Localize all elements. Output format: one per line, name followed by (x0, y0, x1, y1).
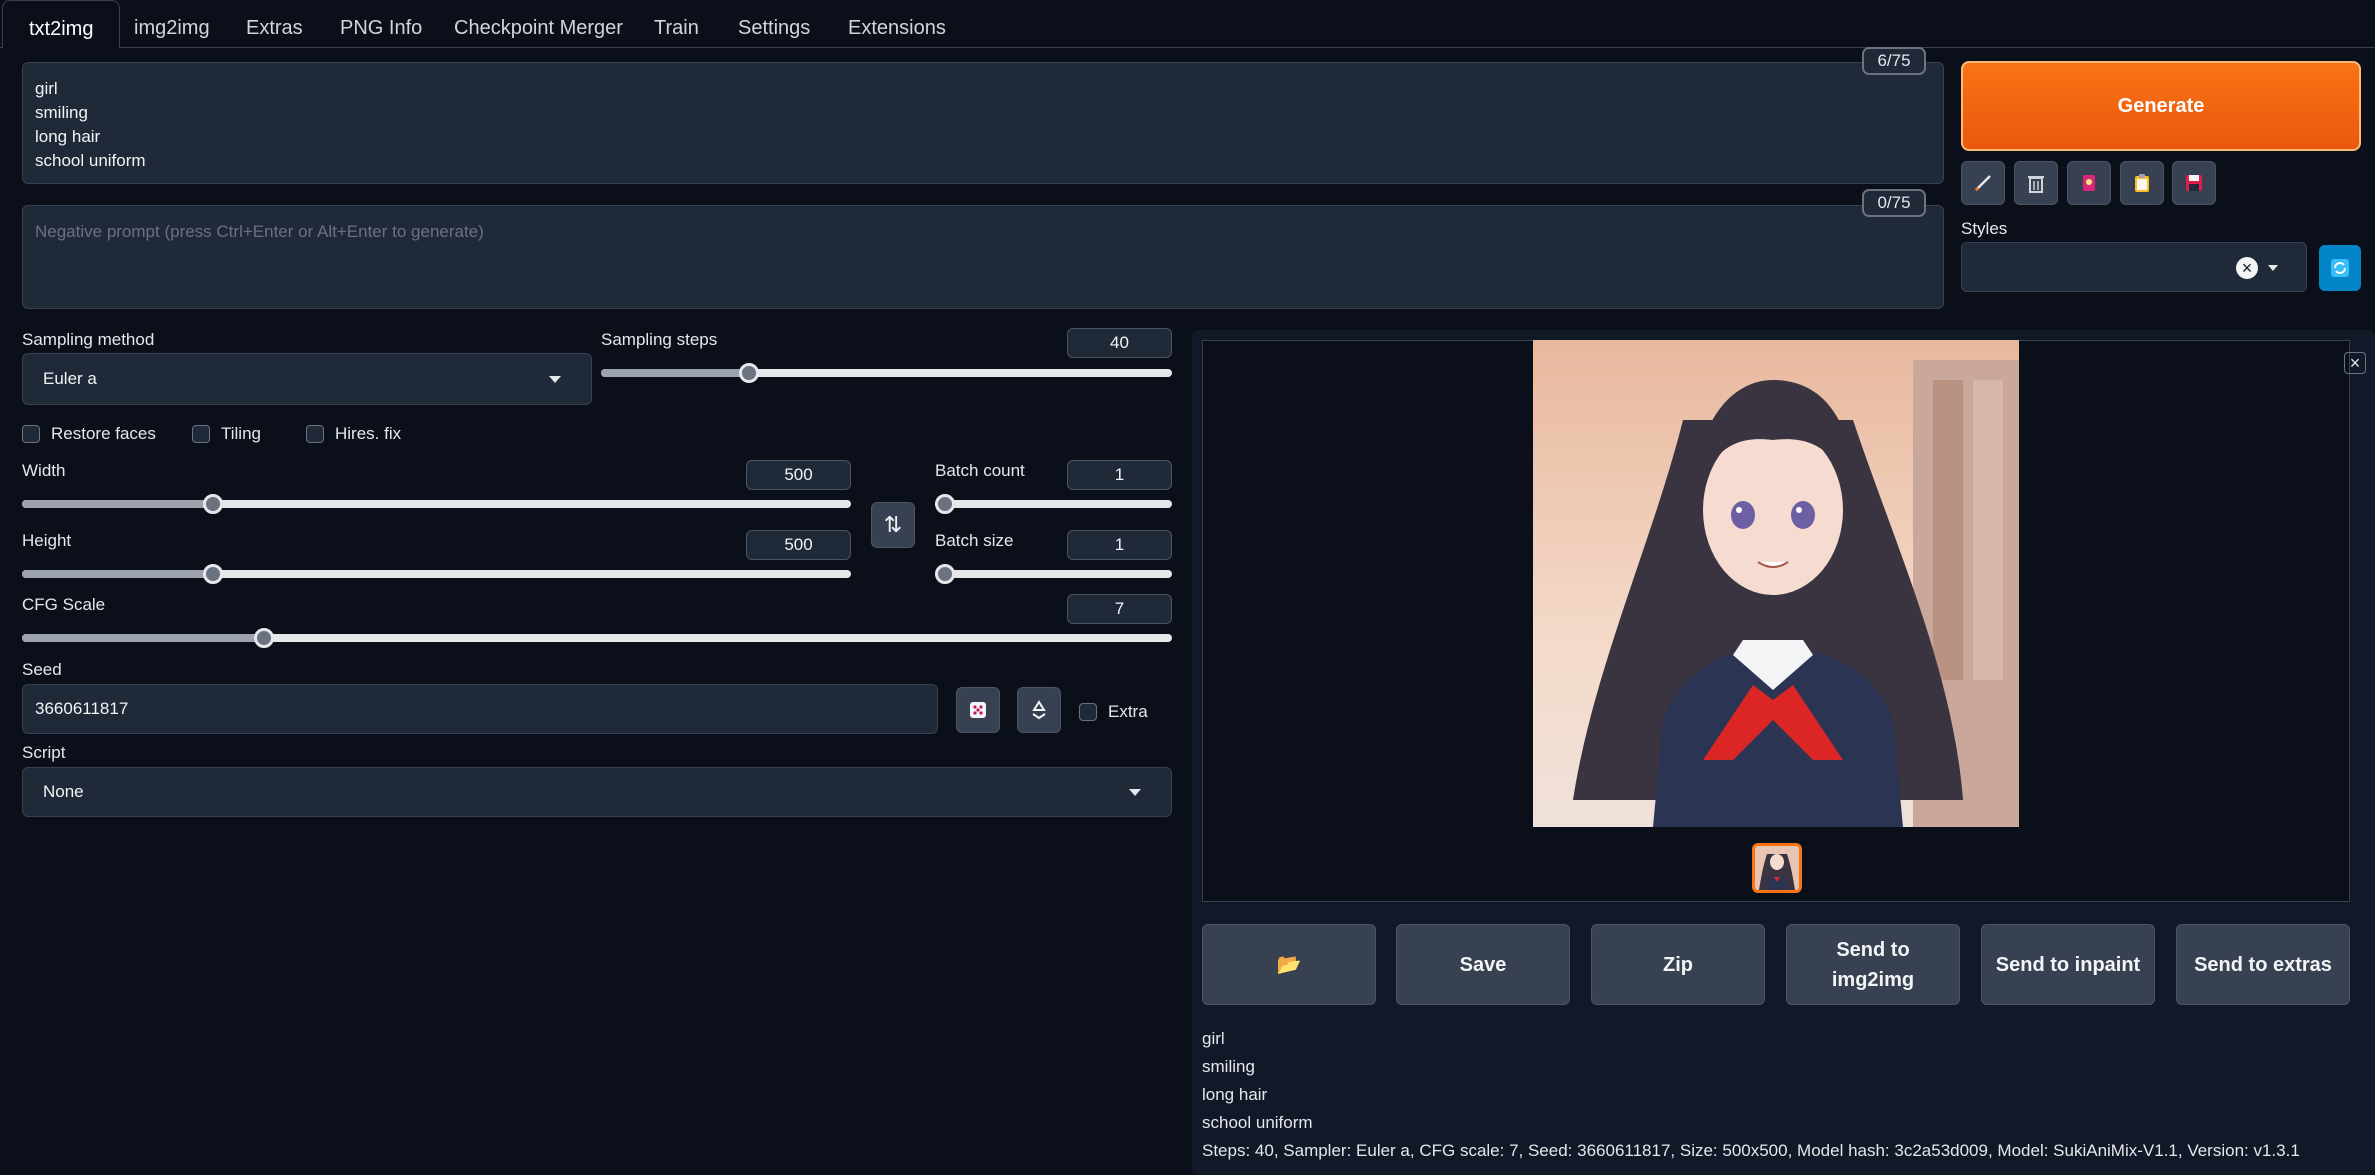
generation-info: girl smiling long hair school uniform St… (1202, 1025, 2362, 1165)
restore-faces-label: Restore faces (51, 424, 156, 443)
chevron-down-icon (549, 376, 561, 383)
send-to-extras-button[interactable]: Send to extras (2176, 924, 2350, 1005)
tiling-checkbox[interactable] (192, 425, 210, 443)
sampling-steps-label: Sampling steps (601, 330, 718, 349)
random-seed-button[interactable] (956, 687, 1000, 733)
refresh-icon (2331, 259, 2349, 277)
tab-txt2img[interactable]: txt2img (2, 0, 121, 49)
seed-input[interactable]: 3660611817 (22, 684, 938, 734)
info-prompt-line: long hair (1202, 1085, 1268, 1104)
width-label: Width (22, 461, 66, 480)
tab-train[interactable]: Train (628, 0, 725, 48)
close-icon[interactable]: × (2344, 352, 2366, 374)
slider-thumb[interactable] (935, 564, 955, 584)
tab-bar: txt2img img2img Extras PNG Info Checkpoi… (0, 0, 2375, 49)
tab-img2img[interactable]: img2img (108, 0, 236, 48)
slider-fill (22, 634, 264, 642)
extra-seed-checkbox[interactable] (1079, 703, 1097, 721)
open-folder-button[interactable]: 📂 (1202, 924, 1376, 1005)
info-prompt-line: smiling (1202, 1057, 1255, 1076)
extra-seed-label: Extra (1108, 702, 1148, 721)
negative-prompt-textarea[interactable]: Negative prompt (press Ctrl+Enter or Alt… (22, 205, 1944, 309)
slider-fill (22, 500, 213, 508)
batch-size-slider[interactable] (935, 564, 1172, 584)
sampling-method-label: Sampling method (22, 330, 155, 349)
tab-settings[interactable]: Settings (712, 0, 836, 48)
send-to-inpaint-button[interactable]: Send to inpaint (1981, 924, 2155, 1005)
cfg-scale-slider[interactable] (22, 628, 1172, 648)
chevron-down-icon (1129, 789, 1141, 796)
info-parameters: Steps: 40, Sampler: Euler a, CFG scale: … (1202, 1141, 2300, 1160)
sampling-method-select[interactable]: Euler a (22, 353, 592, 405)
width-slider[interactable] (22, 494, 851, 514)
slider-thumb[interactable] (254, 628, 274, 648)
save-button[interactable]: Save (1396, 924, 1570, 1005)
seed-value: 3660611817 (35, 699, 129, 718)
cfg-scale-label: CFG Scale (22, 595, 106, 614)
batch-count-label: Batch count (935, 461, 1025, 480)
styles-dropdown[interactable]: × (1961, 242, 2307, 292)
hires-fix-label: Hires. fix (335, 424, 402, 443)
styles-label: Styles (1961, 219, 2008, 238)
width-input[interactable]: 500 (746, 460, 851, 490)
tab-checkpoint-merger[interactable]: Checkpoint Merger (428, 0, 649, 48)
cfg-scale-input[interactable]: 7 (1067, 594, 1172, 624)
floppy-disk-icon[interactable] (2172, 161, 2216, 205)
chevron-down-icon (2268, 265, 2278, 271)
batch-size-input[interactable]: 1 (1067, 530, 1172, 560)
send-to-img2img-button[interactable]: Send to img2img (1786, 924, 1960, 1005)
dice-icon (970, 702, 986, 718)
zip-button[interactable]: Zip (1591, 924, 1765, 1005)
hires-fix-checkbox[interactable] (306, 425, 324, 443)
reuse-seed-button[interactable] (1017, 687, 1061, 733)
swap-dimensions-button[interactable]: ⇅ (871, 502, 915, 548)
clear-icon[interactable]: × (2236, 257, 2258, 279)
slider-fill (601, 369, 749, 377)
script-label: Script (22, 743, 66, 762)
batch-size-label: Batch size (935, 531, 1014, 550)
clipboard-icon[interactable] (2120, 161, 2164, 205)
tiling-label: Tiling (221, 424, 261, 443)
height-slider[interactable] (22, 564, 851, 584)
recycle-icon (1032, 700, 1046, 720)
height-input[interactable]: 500 (746, 530, 851, 560)
height-label: Height (22, 531, 72, 550)
slider-thumb[interactable] (935, 494, 955, 514)
prompt-textarea[interactable]: girl smiling long hair school uniform (22, 62, 1944, 184)
slider-thumb[interactable] (203, 564, 223, 584)
slider-thumb[interactable] (203, 494, 223, 514)
red-card-icon[interactable] (2067, 161, 2111, 205)
pencil-icon[interactable] (1961, 161, 2005, 205)
sampling-steps-slider[interactable] (601, 363, 1172, 383)
tab-extras[interactable]: Extras (220, 0, 329, 48)
generated-image[interactable] (1533, 340, 2019, 827)
batch-count-input[interactable]: 1 (1067, 460, 1172, 490)
restore-faces-checkbox[interactable] (22, 425, 40, 443)
info-prompt-line: school uniform (1202, 1113, 1313, 1132)
script-select[interactable]: None (22, 767, 1172, 817)
prompt-token-counter: 6/75 (1862, 47, 1926, 75)
sampling-steps-input[interactable]: 40 (1067, 328, 1172, 358)
generate-button[interactable]: Generate (1961, 61, 2361, 151)
refresh-styles-button[interactable] (2319, 245, 2361, 291)
script-value: None (43, 782, 84, 801)
info-prompt-line: girl (1202, 1029, 1225, 1048)
batch-count-slider[interactable] (935, 494, 1172, 514)
tab-extensions[interactable]: Extensions (822, 0, 972, 48)
trash-icon[interactable] (2014, 161, 2058, 205)
slider-fill (22, 570, 213, 578)
slider-thumb[interactable] (739, 363, 759, 383)
folder-icon: 📂 (1276, 953, 1302, 976)
thumbnail-image[interactable] (1752, 843, 1802, 893)
sampling-method-value: Euler a (43, 369, 97, 388)
seed-label: Seed (22, 660, 62, 679)
negative-prompt-token-counter: 0/75 (1862, 189, 1926, 217)
